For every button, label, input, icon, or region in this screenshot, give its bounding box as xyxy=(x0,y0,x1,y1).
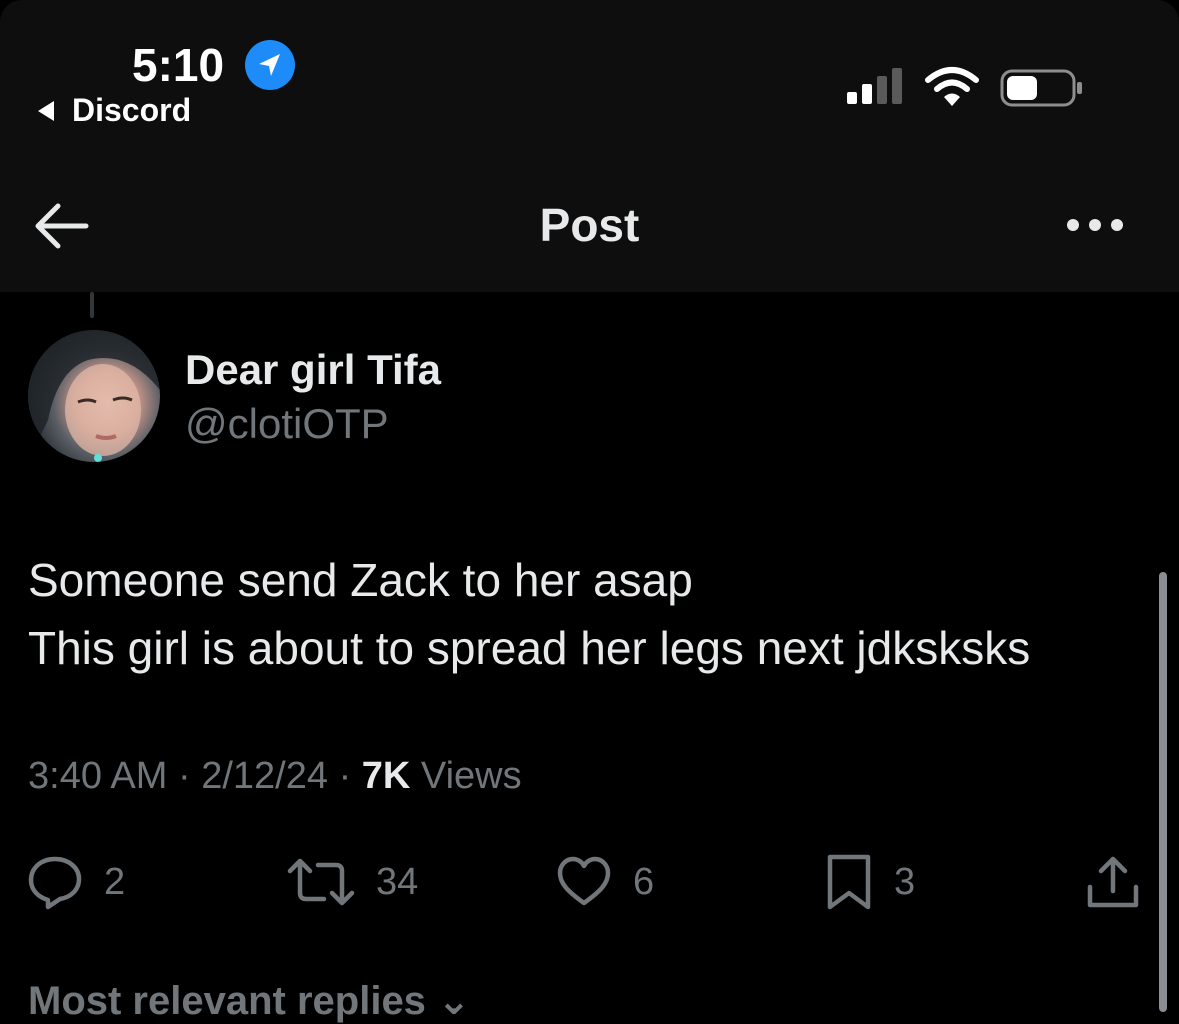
back-app-label: Discord xyxy=(72,92,192,128)
scrollbar[interactable] xyxy=(1159,572,1167,1012)
repost-button[interactable]: 34 xyxy=(286,852,418,912)
repost-icon xyxy=(287,858,355,906)
reply-button[interactable]: 2 xyxy=(26,852,125,912)
reply-count: 2 xyxy=(104,860,126,903)
share-button[interactable] xyxy=(1084,852,1142,912)
heart-icon xyxy=(557,856,611,906)
post-text: Someone send Zack to her asap This girl … xyxy=(28,546,1158,682)
back-to-app-button[interactable]: Discord xyxy=(38,92,191,129)
post-time[interactable]: 3:40 AM xyxy=(28,755,167,797)
reply-icon xyxy=(28,856,82,910)
wifi-icon xyxy=(925,67,979,106)
meta-separator: · xyxy=(338,755,352,797)
post-date[interactable]: 2/12/24 xyxy=(201,755,328,797)
avatar[interactable] xyxy=(28,330,160,462)
page-title: Post xyxy=(539,199,640,251)
author-handle[interactable]: @clotiOTP xyxy=(185,400,389,448)
share-icon xyxy=(1087,856,1139,908)
more-horizontal-icon[interactable] xyxy=(1064,210,1126,240)
repost-count: 34 xyxy=(376,860,419,903)
chevron-down-icon: ⌄ xyxy=(437,979,471,1023)
post-meta: 3:40 AM · 2/12/24 · 7K Views xyxy=(28,755,522,798)
thread-connector-line xyxy=(90,292,94,318)
like-count: 6 xyxy=(633,860,655,903)
cellular-signal-icon xyxy=(847,68,902,104)
meta-separator: · xyxy=(177,755,191,797)
back-triangle-icon xyxy=(38,100,54,121)
location-arrow-icon xyxy=(245,40,295,90)
author-display-name[interactable]: Dear girl Tifa xyxy=(185,346,441,394)
status-time: 5:10 xyxy=(132,39,225,91)
bookmark-button[interactable]: 3 xyxy=(824,852,915,912)
views-label[interactable]: Views xyxy=(421,755,522,797)
replies-sort-selector[interactable]: Most relevant replies ⌄ xyxy=(28,978,471,1024)
views-count[interactable]: 7K xyxy=(362,755,411,797)
post-text-line: Someone send Zack to her asap xyxy=(28,554,693,606)
post-text-line: This girl is about to spread her legs ne… xyxy=(28,622,1031,674)
bookmark-count: 3 xyxy=(894,860,916,903)
battery-icon xyxy=(1000,69,1082,107)
replies-sort-label: Most relevant replies xyxy=(28,979,426,1023)
bookmark-icon xyxy=(827,854,871,910)
like-button[interactable]: 6 xyxy=(555,852,654,912)
